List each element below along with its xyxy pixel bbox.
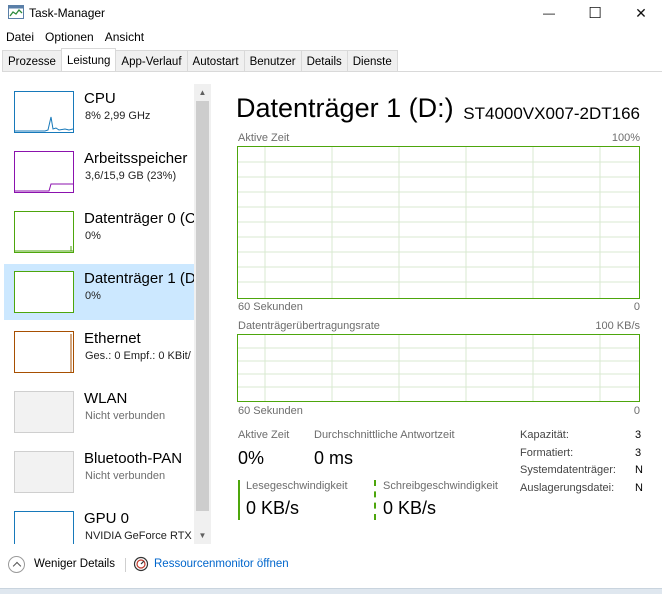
scroll-thumb[interactable] — [196, 101, 209, 511]
wlan-graph-icon — [14, 391, 74, 433]
scroll-down-button[interactable]: ▼ — [194, 527, 211, 544]
graph1-zero: 0 — [633, 301, 640, 313]
disk-graph-icon — [14, 271, 74, 313]
page-file-value: N — [635, 482, 643, 494]
formatted-label: Formatiert: — [520, 447, 574, 459]
footer-divider — [125, 558, 126, 572]
ethernet-graph-icon — [14, 331, 74, 373]
tab-details[interactable]: Details — [300, 50, 348, 71]
sidebar-scrollbar[interactable]: ▲ ▼ — [194, 84, 211, 544]
menu-datei[interactable]: Datei — [0, 28, 39, 48]
resource-monitor-link[interactable]: Ressourcenmonitor öffnen — [154, 558, 289, 570]
maximize-icon: ☐ — [588, 5, 602, 22]
bluetooth-graph-icon — [14, 451, 74, 493]
tab-dienste[interactable]: Dienste — [346, 50, 398, 71]
collapse-chevron-icon[interactable] — [8, 556, 25, 573]
sidebar-item-label: Ethernet — [84, 330, 141, 347]
read-speed-marker — [238, 480, 240, 520]
graph2-time-span: 60 Sekunden — [238, 405, 303, 417]
graph1-time-span: 60 Sekunden — [238, 301, 303, 313]
sidebar-item-sublabel: NVIDIA GeForce RTX — [85, 530, 192, 542]
disk-graph-icon — [14, 211, 74, 253]
capacity-label: Kapazität: — [520, 429, 569, 441]
graph1-max: 100% — [611, 132, 640, 144]
sidebar-item-label: CPU — [84, 90, 116, 107]
response-time-label: Durchschnittliche Antwortzeit — [314, 429, 455, 441]
write-speed-marker — [374, 480, 376, 520]
page-file-label: Auslagerungsdatei: — [520, 482, 615, 494]
tab-prozesse[interactable]: Prozesse — [2, 50, 62, 71]
maximize-button[interactable]: ☐ — [572, 0, 618, 26]
scroll-up-icon: ▲ — [198, 88, 207, 97]
sidebar-item-label: Datenträger 0 (C — [84, 210, 196, 227]
sidebar-item-sublabel: Nicht verbunden — [85, 410, 166, 422]
scroll-down-icon: ▼ — [198, 531, 207, 540]
menu-optionen[interactable]: Optionen — [39, 28, 99, 48]
read-speed-label: Lesegeschwindigkeit — [246, 480, 348, 492]
transfer-rate-grid — [238, 335, 639, 401]
menu-ansicht[interactable]: Ansicht — [99, 28, 149, 48]
sidebar-item-label: Bluetooth-PAN — [84, 450, 183, 467]
sidebar-item-sublabel: Ges.: 0 Empf.: 0 KBit/ — [85, 350, 191, 362]
sidebar-item-label: WLAN — [84, 390, 128, 407]
formatted-value: 3 — [635, 447, 642, 459]
active-time-graph — [237, 146, 640, 299]
graph1-title: Aktive Zeit — [238, 132, 290, 144]
active-time-grid — [238, 147, 639, 298]
cpu-graph-icon — [14, 91, 74, 133]
sidebar-item-sublabel: 8% 2,99 GHz — [85, 110, 151, 122]
task-manager-app-icon — [8, 5, 24, 19]
transfer-rate-graph — [237, 334, 640, 402]
scroll-up-button[interactable]: ▲ — [194, 84, 211, 101]
tab-benutzer[interactable]: Benutzer — [243, 50, 302, 71]
resource-monitor-icon — [133, 556, 149, 572]
minimize-icon: — — [543, 6, 555, 20]
response-time-value: 0 ms — [314, 448, 354, 468]
title-bar: Task-Manager — ☐ ✕ — [0, 0, 662, 26]
system-disk-label: Systemdatenträger: — [520, 464, 616, 476]
close-button[interactable]: ✕ — [618, 0, 662, 26]
graph2-zero: 0 — [633, 405, 640, 417]
tab-app-verlauf[interactable]: App-Verlauf — [115, 50, 188, 71]
sidebar-item-ethernet[interactable]: Ethernet Ges.: 0 Empf.: 0 KBit/ — [4, 324, 194, 380]
sidebar-item-gpu[interactable]: GPU 0 NVIDIA GeForce RTX — [4, 504, 194, 544]
capacity-value: 3 — [635, 429, 642, 441]
active-time-label: Aktive Zeit — [238, 429, 290, 441]
performance-sidebar: CPU 8% 2,99 GHz Arbeitsspeicher 3,6/15,9… — [0, 84, 212, 544]
device-model: ST4000VX007-2DT166 — [463, 104, 640, 123]
window-bottom-edge — [0, 588, 662, 594]
tab-bar: Prozesse Leistung App-Verlauf Autostart … — [2, 48, 662, 72]
sidebar-item-sublabel: 3,6/15,9 GB (23%) — [85, 170, 177, 182]
sidebar-item-cpu[interactable]: CPU 8% 2,99 GHz — [4, 84, 194, 140]
sidebar-item-disk-0[interactable]: Datenträger 0 (C 0% — [4, 204, 196, 260]
gpu-graph-icon — [14, 511, 74, 544]
menu-bar: Datei Optionen Ansicht — [0, 28, 662, 48]
sidebar-item-wlan[interactable]: WLAN Nicht verbunden — [4, 384, 194, 440]
tab-autostart[interactable]: Autostart — [186, 50, 245, 71]
system-disk-value: N — [635, 464, 643, 476]
fewer-details-button[interactable]: Weniger Details — [34, 558, 115, 570]
graph2-max: 100 KB/s — [595, 320, 640, 332]
sidebar-item-memory[interactable]: Arbeitsspeicher 3,6/15,9 GB (23%) — [4, 144, 194, 200]
sidebar-item-bluetooth[interactable]: Bluetooth-PAN Nicht verbunden — [4, 444, 194, 500]
read-speed-value: 0 KB/s — [246, 498, 300, 518]
graph2-title: Datenträgerübertragungsrate — [238, 320, 380, 332]
tab-leistung[interactable]: Leistung — [60, 48, 117, 70]
close-icon: ✕ — [635, 4, 647, 21]
minimize-button[interactable]: — — [526, 0, 572, 26]
sidebar-item-label: Datenträger 1 (D — [84, 270, 196, 287]
sidebar-item-sublabel: 0% — [85, 230, 101, 242]
memory-graph-icon — [14, 151, 74, 193]
sidebar-item-label: GPU 0 — [84, 510, 130, 527]
write-speed-value: 0 KB/s — [383, 498, 437, 518]
sidebar-item-label: Arbeitsspeicher — [84, 150, 188, 167]
sidebar-item-sublabel: Nicht verbunden — [85, 470, 166, 482]
active-time-value: 0% — [238, 448, 265, 468]
window-title: Task-Manager — [29, 6, 106, 20]
page-title: Datenträger 1 (D:) — [236, 93, 454, 123]
sidebar-item-disk-1[interactable]: Datenträger 1 (D 0% — [4, 264, 196, 320]
sidebar-item-sublabel: 0% — [85, 290, 101, 302]
write-speed-label: Schreibgeschwindigkeit — [383, 480, 498, 492]
footer: Weniger Details Ressourcenmonitor öffnen — [0, 552, 662, 578]
